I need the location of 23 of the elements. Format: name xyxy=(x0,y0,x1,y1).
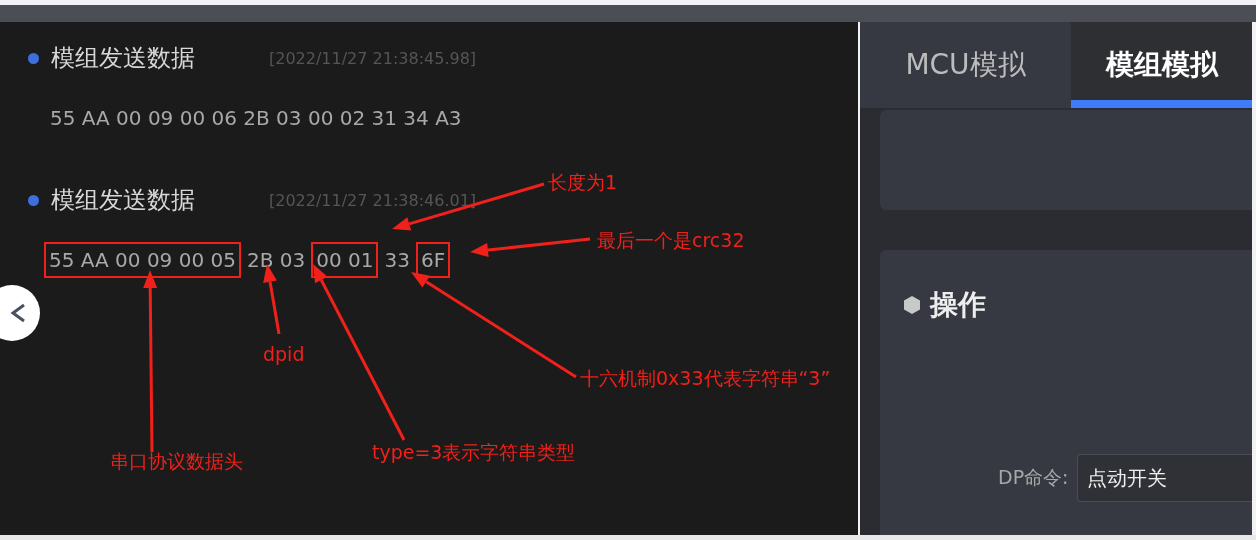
log-title: 模组发送数据 xyxy=(51,43,195,74)
annotation-label: 最后一个是crc32 xyxy=(597,228,745,253)
annotation-label: dpid xyxy=(263,343,305,365)
hex-bytes: 00 01 xyxy=(311,242,379,278)
annotation-label: type=3表示字符串类型 xyxy=(372,440,576,465)
field-label: DP命令: xyxy=(998,465,1069,490)
bullet-dot xyxy=(28,194,39,206)
log-timestamp: [2022/11/27 21:38:45.98] xyxy=(269,48,477,68)
bullet-dot xyxy=(28,52,39,64)
log-title: 模组发送数据 xyxy=(51,185,195,216)
annotation-label: 串口协议数据头 xyxy=(110,449,243,474)
annotation-label: 十六机制0x33代表字符串“3” xyxy=(580,366,831,391)
annotation-label: 长度为1 xyxy=(548,170,618,195)
tab[interactable]: MCU模拟 xyxy=(860,22,1071,108)
hex-bytes: 2B 03 xyxy=(246,247,306,274)
hexagon-icon xyxy=(902,295,922,315)
hex-bytes: 55 AA 00 09 00 05 xyxy=(44,242,241,278)
dp-command-select[interactable]: 点动开关 xyxy=(1076,454,1252,502)
log-timestamp: [2022/11/27 21:38:46.01] xyxy=(269,190,477,210)
section-title: 操作 xyxy=(930,287,986,323)
hex-bytes: 33 xyxy=(384,247,410,274)
chevron-left-icon xyxy=(9,302,27,324)
hex-bytes: 55 AA 00 09 00 06 2B 03 00 02 31 34 A3 xyxy=(50,105,462,132)
